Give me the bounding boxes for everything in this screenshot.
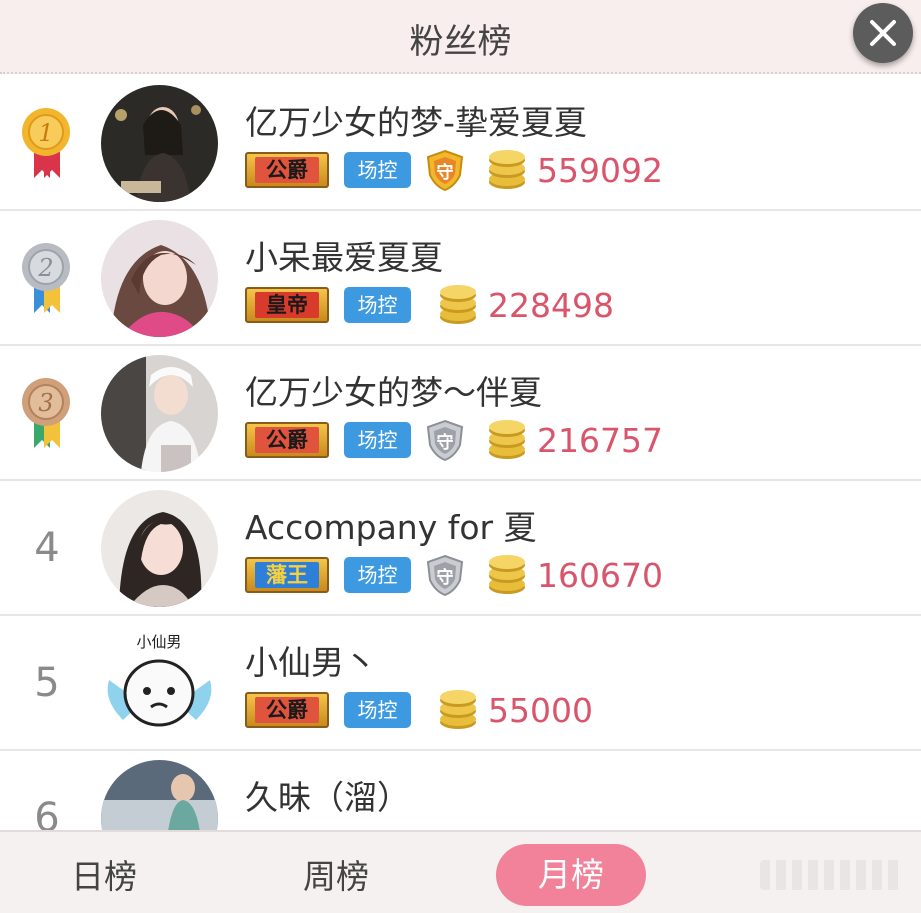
table-row[interactable]: 6 久昧（溜） (0, 751, 921, 830)
svg-text:守: 守 (437, 432, 454, 453)
gold-guard-shield-icon: 守 (426, 149, 464, 191)
coins-icon (489, 420, 525, 459)
tab-monthly[interactable]: 月榜 (496, 844, 646, 906)
avatar[interactable] (101, 355, 218, 472)
watermark (760, 860, 900, 890)
rank-number: 5 (34, 660, 60, 706)
rank-number: 6 (34, 795, 60, 830)
user-name: 久昧（溜） (245, 778, 410, 817)
control-badge: 场控 (344, 557, 411, 593)
contribution-amount: 559092 (537, 151, 663, 190)
rank-title-badge: 藩王 (245, 557, 329, 593)
rank-title-badge: 公爵 (245, 422, 329, 458)
contribution-amount: 55000 (488, 691, 593, 730)
close-button[interactable] (853, 3, 913, 63)
avatar[interactable] (101, 85, 218, 202)
user-name: Accompany for 夏 (245, 508, 537, 547)
avatar[interactable] (101, 490, 218, 607)
control-badge: 场控 (344, 152, 411, 188)
table-row[interactable]: 2 小呆最爱夏夏 皇帝 场控 228498 (0, 211, 921, 346)
svg-text:小仙男: 小仙男 (136, 633, 181, 651)
table-row[interactable]: 3 亿万少女的梦～伴夏 公爵 场控 守 216757 (0, 346, 921, 481)
silver-medal-icon: 2 (22, 243, 70, 313)
table-row[interactable]: 5 小仙男 小仙男丶 公爵 场控 55000 (0, 616, 921, 751)
svg-text:2: 2 (37, 254, 53, 282)
coins-icon (440, 690, 476, 729)
contribution-amount: 228498 (488, 286, 614, 325)
silver-guard-shield-icon: 守 (426, 554, 464, 596)
contribution-amount: 216757 (537, 421, 663, 460)
gold-medal-icon: 1 (22, 108, 70, 178)
control-badge: 场控 (344, 422, 411, 458)
user-name: 小仙男丶 (245, 643, 377, 682)
table-row[interactable]: 4 Accompany for 夏 藩王 场控 守 160670 (0, 481, 921, 616)
bronze-medal-icon: 3 (22, 378, 70, 448)
rank-title-badge: 公爵 (245, 692, 329, 728)
avatar[interactable] (101, 760, 218, 830)
coins-icon (489, 150, 525, 189)
silver-guard-shield-icon: 守 (426, 419, 464, 461)
control-badge: 场控 (344, 287, 411, 323)
control-badge: 场控 (344, 692, 411, 728)
coins-icon (440, 285, 476, 324)
fan-ranking-list[interactable]: 1 亿万少女的梦-挚爱夏夏 公爵 场控 守 559092 2 小呆最爱夏夏 皇帝… (0, 76, 921, 830)
svg-text:守: 守 (437, 567, 454, 588)
user-name: 小呆最爱夏夏 (245, 238, 443, 277)
table-row[interactable]: 1 亿万少女的梦-挚爱夏夏 公爵 场控 守 559092 (0, 76, 921, 211)
header-bar: 粉丝榜 (0, 0, 921, 74)
rank-title-badge: 公爵 (245, 152, 329, 188)
user-name: 亿万少女的梦-挚爱夏夏 (245, 103, 587, 142)
avatar[interactable]: 小仙男 (101, 625, 218, 742)
rank-title-badge: 皇帝 (245, 287, 329, 323)
svg-text:1: 1 (38, 119, 53, 147)
period-tab-bar: 日榜 周榜 月榜 (0, 830, 921, 913)
tab-weekly[interactable]: 周榜 (303, 850, 369, 898)
user-name: 亿万少女的梦～伴夏 (245, 373, 542, 412)
rank-number: 4 (34, 525, 60, 571)
coins-icon (489, 555, 525, 594)
svg-text:3: 3 (38, 389, 53, 417)
page-title: 粉丝榜 (409, 22, 512, 62)
close-icon (870, 20, 896, 46)
tab-daily[interactable]: 日榜 (71, 850, 137, 898)
svg-text:守: 守 (437, 162, 454, 183)
contribution-amount: 160670 (537, 556, 663, 595)
avatar[interactable] (101, 220, 218, 337)
